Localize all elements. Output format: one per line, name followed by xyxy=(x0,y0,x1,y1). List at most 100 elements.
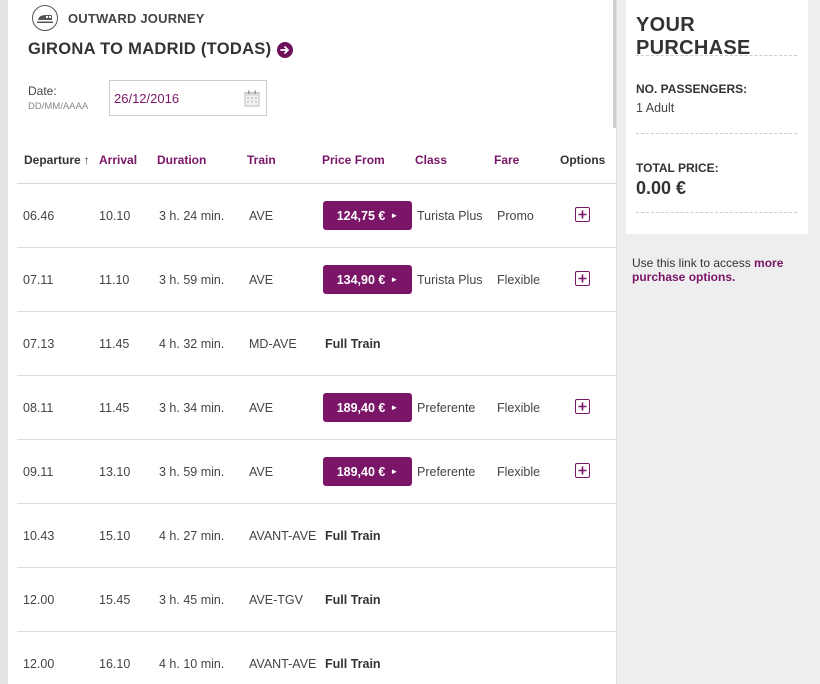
header-departure[interactable]: Departure ↑ xyxy=(24,153,90,167)
divider xyxy=(636,133,797,134)
date-value: 26/12/2016 xyxy=(114,90,180,106)
header-class[interactable]: Class xyxy=(415,153,447,167)
purchase-note-text: Use this link to access xyxy=(632,256,755,270)
train-cell: MD-AVE xyxy=(249,336,297,351)
departure-cell: 12.00 xyxy=(23,656,55,671)
arrival-cell: 10.10 xyxy=(99,208,131,223)
caret-right-icon: ► xyxy=(390,275,399,284)
price-value: 134,90 € xyxy=(336,272,386,287)
total-price-value: 0.00 € xyxy=(636,178,687,198)
purchase-title: YOUR PURCHASE xyxy=(636,14,751,59)
train-cell: AVE xyxy=(249,272,274,287)
header-train[interactable]: Train xyxy=(247,153,276,167)
price-value: 124,75 € xyxy=(336,208,386,223)
header-duration[interactable]: Duration xyxy=(157,153,206,167)
full-train-status: Full Train xyxy=(325,528,381,543)
calendar-icon[interactable] xyxy=(244,90,260,107)
route-title: GIRONA TO MADRID (TODAS) xyxy=(28,40,272,58)
duration-cell: 3 h. 59 min. xyxy=(159,272,225,287)
plus-square-icon[interactable] xyxy=(575,463,590,478)
divider xyxy=(636,55,797,56)
arrival-cell: 15.45 xyxy=(99,592,131,607)
sort-arrow-icon: ↑ xyxy=(83,153,90,167)
arrival-cell: 11.45 xyxy=(99,400,130,415)
departure-cell: 06.46 xyxy=(23,208,55,223)
plus-square-icon[interactable] xyxy=(575,399,590,414)
table-row: 07.13 11.45 4 h. 32 min. MD-AVE Full Tra… xyxy=(17,312,616,376)
divider xyxy=(636,212,797,213)
arrival-cell: 15.10 xyxy=(99,528,131,543)
scrollbar[interactable] xyxy=(613,0,616,128)
duration-cell: 3 h. 24 min. xyxy=(159,208,225,223)
class-cell: Turista Plus xyxy=(417,208,483,223)
departure-cell: 10.43 xyxy=(23,528,55,543)
duration-cell: 4 h. 32 min. xyxy=(159,336,225,351)
departure-cell: 12.00 xyxy=(23,592,55,607)
journey-header: OUTWARD JOURNEY xyxy=(32,4,205,32)
table-row: 12.00 15.45 3 h. 45 min. AVE-TGV Full Tr… xyxy=(17,568,616,632)
price-value: 189,40 € xyxy=(336,464,386,479)
table-row: 12.00 16.10 4 h. 10 min. AVANT-AVE Full … xyxy=(17,632,616,684)
caret-right-icon: ► xyxy=(390,211,399,220)
arrival-cell: 11.45 xyxy=(99,336,130,351)
departure-cell: 09.11 xyxy=(23,464,54,479)
date-field[interactable]: 26/12/2016 xyxy=(109,80,267,116)
caret-right-icon: ► xyxy=(390,467,399,476)
fare-cell: Flexible xyxy=(497,400,541,415)
purchase-options-note: Use this link to access more purchase op… xyxy=(632,256,812,284)
arrow-right-circle-icon[interactable] xyxy=(277,41,294,58)
duration-cell: 4 h. 10 min. xyxy=(159,656,225,671)
duration-cell: 3 h. 34 min. xyxy=(159,400,225,415)
class-cell: Preferente xyxy=(417,464,476,479)
passengers-label: NO. PASSENGERS: xyxy=(636,82,748,96)
departure-cell: 07.13 xyxy=(23,336,55,351)
train-cell: AVE xyxy=(249,464,274,479)
train-cell: AVE-TGV xyxy=(249,592,303,607)
table-row: 07.11 11.10 3 h. 59 min. AVE 134,90 € ► T… xyxy=(17,248,616,312)
purchase-summary-panel: YOUR PURCHASE NO. PASSENGERS: 1 Adult TO… xyxy=(626,0,808,234)
caret-right-icon: ► xyxy=(390,403,399,412)
plus-square-icon[interactable] xyxy=(575,207,590,222)
duration-cell: 4 h. 27 min. xyxy=(159,528,225,543)
duration-cell: 3 h. 59 min. xyxy=(159,464,225,479)
header-price[interactable]: Price From xyxy=(322,153,385,167)
header-arrival[interactable]: Arrival xyxy=(99,153,137,167)
full-train-status: Full Train xyxy=(325,336,381,351)
price-value: 189,40 € xyxy=(336,400,386,415)
date-format-hint: DD/MM/AAAA xyxy=(28,101,89,112)
route: GIRONA TO MADRID (TODAS) xyxy=(28,40,294,59)
table-row: 06.46 10.10 3 h. 24 min. AVE 124,75 € ► T… xyxy=(17,184,616,248)
train-icon xyxy=(32,5,58,31)
train-cell: AVANT-AVE xyxy=(249,656,317,671)
train-cell: AVE xyxy=(249,400,274,415)
outward-journey-panel: OUTWARD JOURNEY GIRONA TO MADRID (TODAS)… xyxy=(8,0,617,684)
price-button[interactable]: 189,40 € ► xyxy=(323,393,412,422)
table-row: 09.11 13.10 3 h. 59 min. AVE 189,40 € ► P… xyxy=(17,440,616,504)
header-options: Options xyxy=(560,153,606,167)
plus-square-icon[interactable] xyxy=(575,271,590,286)
left-edge-strip xyxy=(0,0,8,684)
train-cell: AVE xyxy=(249,208,274,223)
price-button[interactable]: 124,75 € ► xyxy=(323,201,412,230)
fare-cell: Flexible xyxy=(497,464,541,479)
full-train-status: Full Train xyxy=(325,656,381,671)
table-row: 08.11 11.45 3 h. 34 min. AVE 189,40 € ► P… xyxy=(17,376,616,440)
price-button[interactable]: 189,40 € ► xyxy=(323,457,412,486)
arrival-cell: 11.10 xyxy=(99,272,130,287)
table-row: 10.43 15.10 4 h. 27 min. AVANT-AVE Full … xyxy=(17,504,616,568)
full-train-status: Full Train xyxy=(325,592,381,607)
train-cell: AVANT-AVE xyxy=(249,528,317,543)
departure-cell: 07.11 xyxy=(23,272,54,287)
passengers-value: 1 Adult xyxy=(636,101,675,115)
departure-cell: 08.11 xyxy=(23,400,54,415)
class-cell: Preferente xyxy=(417,400,476,415)
header-fare[interactable]: Fare xyxy=(494,153,519,167)
date-label: Date: xyxy=(28,84,57,98)
duration-cell: 3 h. 45 min. xyxy=(159,592,225,607)
class-cell: Turista Plus xyxy=(417,272,483,287)
arrival-cell: 13.10 xyxy=(99,464,131,479)
arrival-cell: 16.10 xyxy=(99,656,131,671)
fare-cell: Promo xyxy=(497,208,534,223)
price-button[interactable]: 134,90 € ► xyxy=(323,265,412,294)
total-price-label: TOTAL PRICE: xyxy=(636,161,719,175)
